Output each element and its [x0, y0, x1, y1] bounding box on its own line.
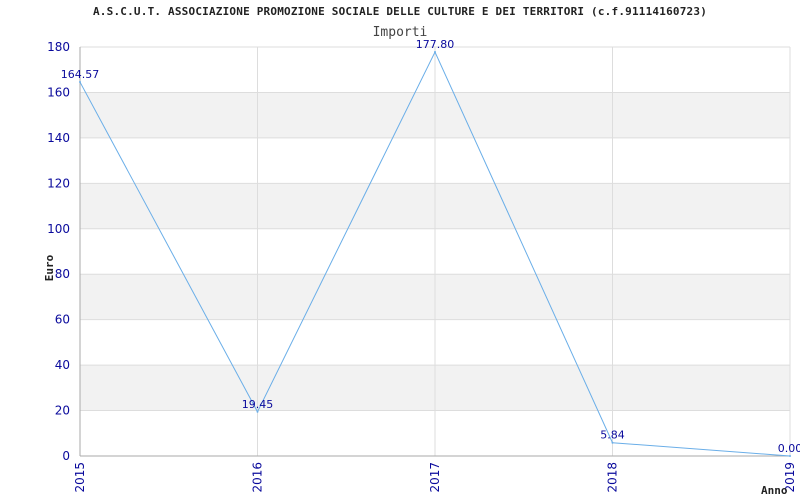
data-point	[434, 50, 436, 53]
y-tick-label: 60	[55, 313, 70, 327]
y-tick-label: 180	[47, 40, 70, 54]
y-tick-label: 120	[47, 176, 70, 190]
line-chart: 0 20 40 60 80 100 120 140 160 180 2015 2016 2017 201…	[43, 38, 800, 497]
y-axis-label: Euro	[43, 254, 56, 281]
x-tick-label: 2017	[428, 462, 442, 493]
data-label: 0.00	[778, 442, 800, 455]
data-point	[79, 81, 81, 84]
x-tick-label: 2015	[73, 462, 87, 493]
data-point	[789, 455, 791, 457]
y-tick-label: 140	[47, 131, 70, 145]
x-tick-labels: 2015 2016 2017 2018 2019	[73, 462, 797, 493]
x-tick-label: 2018	[606, 462, 620, 493]
data-label: 19.45	[242, 398, 274, 411]
y-tick-label: 0	[62, 449, 70, 463]
data-label: 5.84	[600, 429, 625, 442]
y-tick-label: 160	[47, 85, 70, 99]
y-tick-label: 20	[55, 404, 70, 418]
y-tick-labels: 0 20 40 60 80 100 120 140 160 180	[47, 40, 70, 463]
data-point	[256, 410, 259, 413]
data-label: 164.57	[61, 68, 100, 81]
y-tick-label: 80	[55, 267, 70, 281]
y-tick-label: 100	[47, 222, 70, 236]
data-label: 177.80	[416, 38, 455, 51]
x-tick-label: 2016	[251, 462, 265, 493]
x-axis-label: Anno	[761, 484, 788, 497]
y-tick-label: 40	[55, 358, 70, 372]
data-point	[611, 441, 614, 444]
